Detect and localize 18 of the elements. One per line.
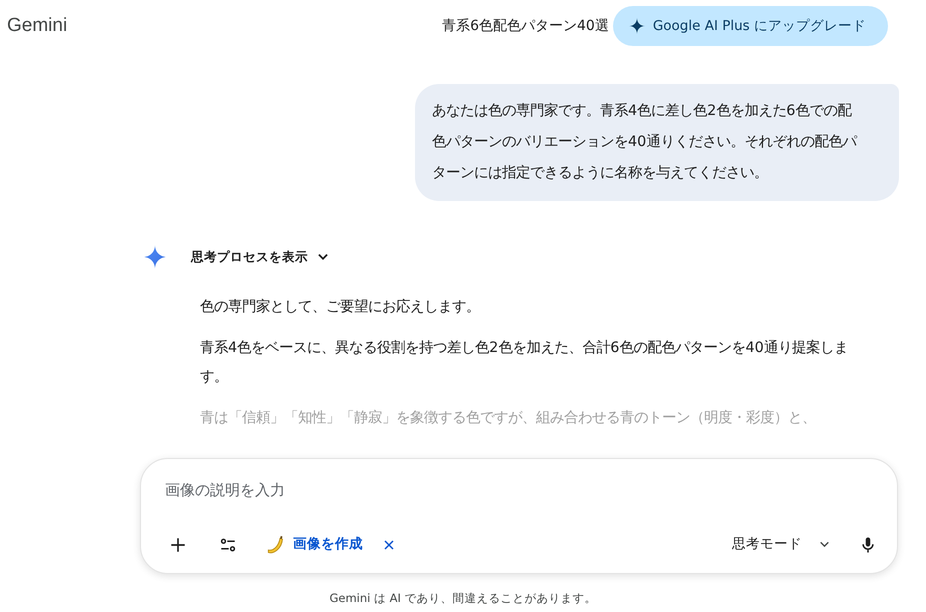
close-icon: [383, 538, 395, 550]
show-thinking-toggle[interactable]: 思考プロセスを表示: [191, 248, 330, 266]
upgrade-button[interactable]: Google AI Plus にアップグレード: [612, 6, 888, 46]
gemini-sparkle-icon: [143, 245, 167, 269]
user-message: あなたは色の専門家です。青系4色に差し色2色を加えた6色での配色パターンのバリエーションを40通りください。それぞれの配色パターンには指定できるように名称を与えてください。: [415, 84, 899, 201]
tune-icon: [219, 536, 237, 554]
plus-icon: [169, 536, 187, 554]
response-paragraph: 青は「信頼」「知性」「静寂」を象徴する色ですが、組み合わせる青のトーン（明度・彩度）と、: [200, 408, 817, 428]
app-title: Gemini: [7, 14, 68, 38]
create-image-chip[interactable]: 画像を作成: [293, 534, 363, 555]
sparkle-icon: [628, 18, 645, 34]
mode-selector[interactable]: 思考モード: [732, 534, 831, 555]
disclaimer-text: Gemini は AI であり、間違えることがあります。: [328, 590, 598, 607]
response-paragraph: 色の専門家として、ご要望にお応えします。: [200, 298, 481, 317]
prompt-input-box[interactable]: 画像の説明を入力 画像を作成 思考モード: [140, 458, 898, 574]
conversation-title: 青系6色配色パターン40選: [442, 16, 609, 36]
banana-icon: [265, 534, 285, 554]
response-paragraph: 青系4色をベースに、異なる役割を持つ差し色2色を加えた、合計6色の配色パターンを40通り提案します。: [200, 338, 849, 387]
